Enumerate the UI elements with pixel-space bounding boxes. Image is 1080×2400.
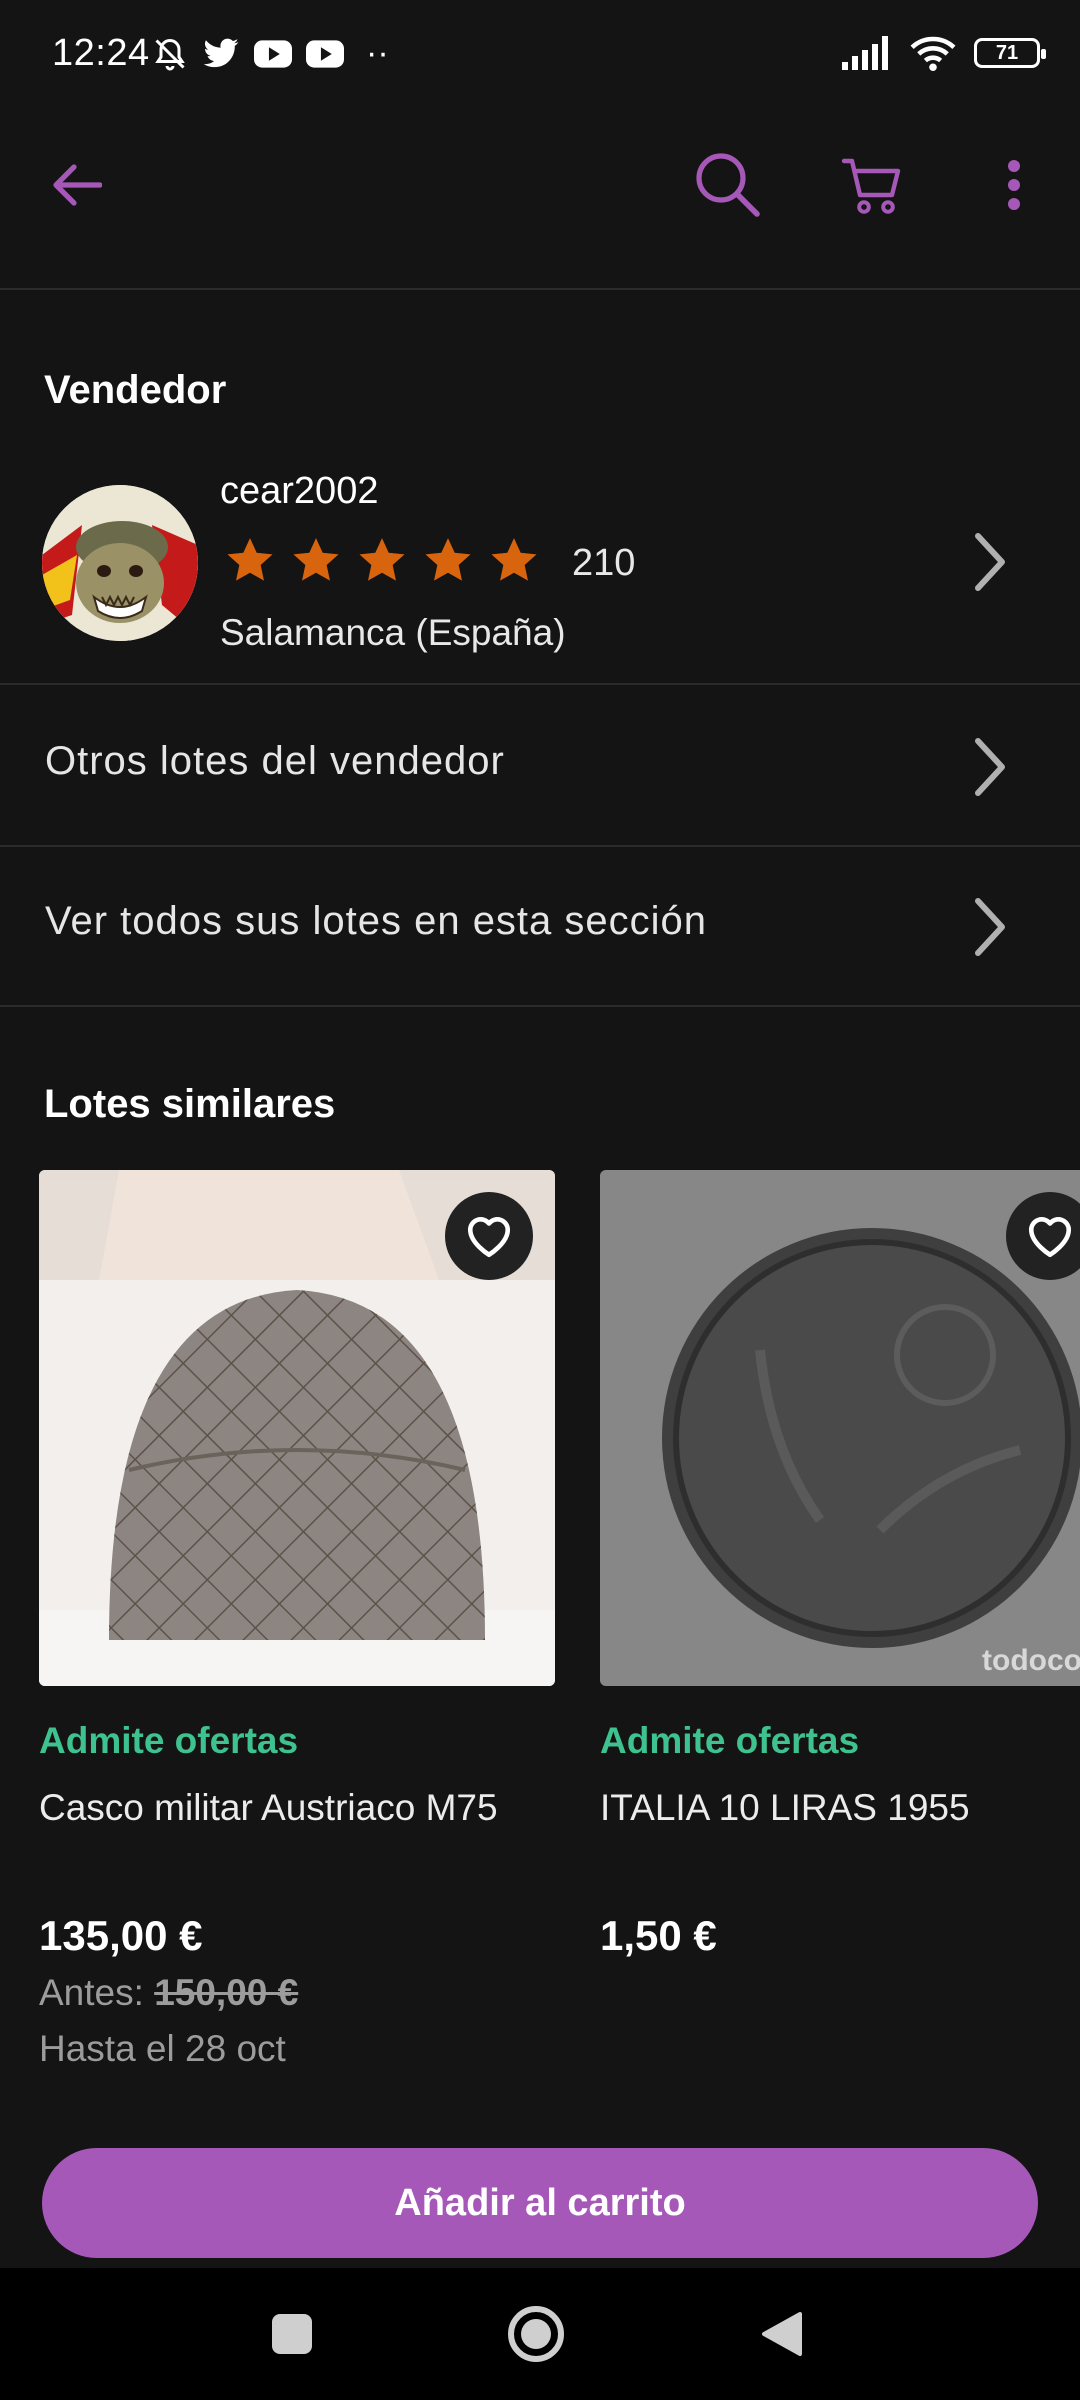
similar-lots-title: Lotes similares	[44, 1082, 336, 1126]
top-app-bar	[0, 110, 1080, 290]
star-icon	[425, 538, 471, 581]
add-to-cart-button[interactable]: Añadir al carrito	[42, 2148, 1038, 2258]
favorite-button[interactable]	[445, 1192, 533, 1280]
accepts-offers-label: Admite ofertas	[600, 1720, 860, 1761]
recents-button[interactable]	[254, 2296, 330, 2372]
status-time: 12:24	[52, 32, 150, 74]
lot-title: Casco militar Austriaco M75	[39, 1787, 498, 1828]
other-lots-label: Otros lotes del vendedor	[45, 739, 505, 783]
home-button[interactable]	[498, 2296, 574, 2372]
battery-indicator: 71	[974, 38, 1046, 68]
more-options-button[interactable]	[974, 145, 1054, 225]
home-circle-icon	[508, 2306, 564, 2362]
twitter-icon	[203, 38, 239, 67]
triangle-back-icon	[762, 2312, 802, 2356]
more-vertical-icon	[1008, 160, 1020, 210]
status-bar: 12:24 ·· 71	[0, 0, 1080, 110]
lot-price: 135,00 €	[39, 1912, 203, 1959]
chevron-right-icon	[975, 738, 1005, 796]
seller-section-title: Vendedor	[44, 368, 227, 412]
chevron-right-icon	[975, 898, 1005, 956]
system-icons: 71	[842, 34, 1046, 72]
other-lots-link[interactable]: Otros lotes del vendedor	[0, 687, 1080, 847]
seller-avatar	[42, 485, 198, 641]
previous-price-value: 150,00 €	[154, 1972, 299, 2013]
youtube-icon-2	[306, 39, 344, 68]
heart-icon	[1028, 1217, 1072, 1258]
all-lots-in-section-label: Ver todos sus lotes en esta sección	[45, 899, 708, 943]
image-watermark: todoco	[982, 1644, 1080, 1677]
seller-rating-stars	[224, 536, 540, 584]
back-nav-button[interactable]	[744, 2296, 820, 2372]
previous-price: Antes: 150,00 €	[39, 1972, 298, 2014]
coin-product-image: todoco	[600, 1170, 1080, 1686]
heart-icon	[467, 1217, 511, 1258]
offer-deadline: Hasta el 28 oct	[39, 2028, 286, 2069]
helmet-product-image	[39, 1170, 555, 1686]
seller-location: Salamanca (España)	[220, 612, 566, 653]
cart-button[interactable]	[832, 145, 912, 225]
similar-lots-carousel[interactable]: Admite ofertas Casco militar Austriaco M…	[0, 1170, 1080, 2090]
signal-icon	[842, 36, 888, 70]
lot-price: 1,50 €	[600, 1912, 717, 1959]
bell-muted-icon	[155, 38, 185, 70]
star-icon	[491, 538, 537, 581]
star-icon	[293, 538, 339, 581]
wifi-icon	[910, 36, 956, 72]
arrow-left-icon	[53, 164, 102, 206]
bulldog-avatar-image	[42, 485, 198, 641]
search-button[interactable]	[688, 145, 768, 225]
more-notifications-indicator: ··	[366, 34, 389, 72]
lot-title: ITALIA 10 LIRAS 1955	[600, 1787, 970, 1828]
seller-card[interactable]: cear2002 210 Salamanca (España)	[0, 450, 1080, 685]
cart-icon	[841, 158, 901, 214]
chevron-right-icon	[975, 533, 1005, 591]
all-lots-in-section-link[interactable]: Ver todos sus lotes en esta sección	[0, 847, 1080, 1007]
previous-price-label: Antes:	[39, 1972, 144, 2013]
similar-lot-card[interactable]: todoco Admite ofertas ITALIA 10 LIRAS 19…	[600, 1170, 1080, 1959]
star-icon	[359, 538, 405, 581]
similar-lot-card[interactable]: Admite ofertas Casco militar Austriaco M…	[39, 1170, 555, 2069]
accepts-offers-label: Admite ofertas	[39, 1720, 299, 1761]
seller-name: cear2002	[220, 470, 379, 512]
rating-count: 210	[572, 542, 636, 584]
notification-icons: ··	[152, 34, 389, 73]
star-icon	[227, 538, 273, 581]
youtube-icon	[254, 39, 292, 68]
back-button[interactable]	[36, 145, 116, 225]
search-icon	[696, 153, 760, 217]
system-navigation-bar	[0, 2268, 1080, 2400]
square-icon	[272, 2314, 312, 2354]
